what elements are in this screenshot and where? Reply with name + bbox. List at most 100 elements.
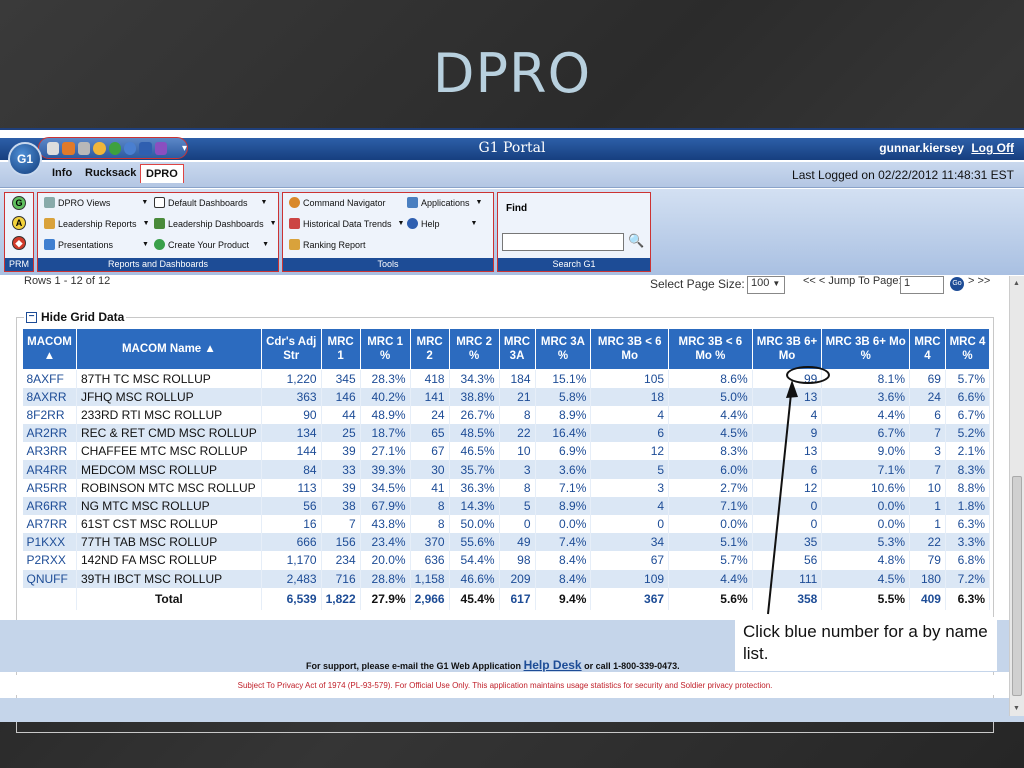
column-header[interactable]: MRC 3B < 6 Mo [590,328,670,370]
vertical-scrollbar[interactable]: ▲ ▼ [1009,276,1024,716]
count-link[interactable]: 180 [909,569,946,588]
macom-code[interactable]: P1KXX [22,533,77,552]
column-header[interactable]: MRC 4 [909,328,946,370]
macom-code[interactable]: P2RXX [22,551,77,570]
count-link[interactable]: 69 [909,369,946,388]
count-link[interactable]: 2,483 [261,569,322,588]
count-link[interactable]: 84 [261,460,322,479]
next-page-arrows[interactable]: > >> [968,275,990,287]
count-link[interactable]: 65 [410,424,450,443]
count-link[interactable]: 109 [590,569,670,588]
count-link[interactable]: 370 [410,533,450,552]
column-header[interactable]: MRC 1 [320,328,361,370]
count-link[interactable]: 636 [410,551,450,570]
count-link[interactable]: 38 [321,496,361,515]
count-link[interactable]: 49 [499,533,536,552]
count-link[interactable]: 1,220 [261,369,322,388]
count-link[interactable]: 0 [752,496,823,515]
magnifier-icon[interactable]: 🔍 [628,233,644,249]
macom-code[interactable]: 8F2RR [22,405,77,425]
prm-a-icon[interactable]: A [12,216,26,230]
count-link[interactable]: 358 [752,587,823,610]
count-link[interactable]: 3 [590,478,670,497]
count-link[interactable]: 7 [321,515,361,534]
count-link[interactable]: 666 [261,533,322,552]
count-link[interactable]: 0 [499,515,536,534]
count-link[interactable]: 33 [321,460,361,479]
count-link[interactable]: 9 [752,424,823,443]
hide-grid-toggle[interactable]: − Hide Grid Data [24,310,127,324]
count-link[interactable]: 1 [909,496,946,515]
count-link[interactable]: 39 [321,478,361,497]
count-link[interactable]: 6 [752,460,823,479]
count-link[interactable]: 418 [410,369,450,388]
count-link[interactable]: 113 [261,478,322,497]
column-header[interactable]: MRC 3A % [534,328,592,370]
historical-data-trends-menu[interactable]: Historical Data Trends ▼ [289,218,404,229]
customize-arrow-icon[interactable]: ▾ [182,143,187,154]
count-link[interactable]: 35 [752,533,823,552]
macom-code[interactable]: AR6RR [22,496,77,515]
count-link[interactable]: 24 [410,405,450,425]
applications-menu[interactable]: Applications ▼ [407,197,482,208]
count-link[interactable]: 146 [321,387,361,406]
count-link[interactable]: 134 [261,424,322,443]
count-link[interactable]: 156 [321,533,361,552]
help-desk-link[interactable]: Help Desk [524,658,582,672]
letter-p-icon[interactable] [123,141,137,155]
macom-code[interactable]: QNUFF [22,569,77,588]
count-link[interactable]: 6,539 [261,587,322,610]
count-link[interactable]: 1,822 [321,587,361,610]
count-link[interactable]: 234 [321,551,361,570]
count-link[interactable]: 111 [752,569,823,588]
g1-logo[interactable]: G1 [8,142,42,176]
count-link[interactable]: 3 [499,460,536,479]
count-link[interactable]: 8 [410,515,450,534]
scroll-up-icon[interactable]: ▲ [1013,280,1020,287]
jump-to-page-input[interactable]: 1 [900,276,944,294]
count-link[interactable]: 12 [590,442,670,461]
count-link[interactable]: 13 [752,442,823,461]
count-link[interactable]: 30 [410,460,450,479]
count-link[interactable]: 22 [499,424,536,443]
count-link[interactable]: 4 [590,496,670,515]
macom-code[interactable]: AR2RR [22,424,77,443]
count-link[interactable]: 56 [752,551,823,570]
count-link[interactable]: 10 [499,442,536,461]
macom-code[interactable] [22,587,77,610]
count-link[interactable]: 0 [590,515,670,534]
column-header[interactable]: MRC 3B 6+ Mo % [821,328,910,370]
count-link[interactable]: 367 [590,587,670,610]
column-header[interactable]: MRC 1 % [359,328,411,370]
search-icon[interactable] [93,141,106,155]
ranking-report-button[interactable]: Ranking Report [289,239,366,250]
count-link[interactable]: 24 [909,387,946,406]
count-link[interactable]: 98 [499,551,536,570]
count-link[interactable]: 105 [590,369,670,388]
count-link[interactable]: 8 [499,405,536,425]
macom-code[interactable]: AR5RR [22,478,77,497]
count-link[interactable]: 67 [410,442,450,461]
count-link[interactable]: 67 [590,551,670,570]
macom-code[interactable]: AR4RR [22,460,77,479]
macom-code[interactable]: 8AXFF [22,369,77,388]
count-link[interactable]: 10 [909,478,946,497]
tab-rucksack[interactable]: Rucksack [85,167,136,179]
count-link[interactable]: 8 [499,478,536,497]
column-header[interactable]: MRC 3A [498,328,536,370]
column-header[interactable]: MRC 3B 6+ Mo [751,328,823,370]
count-link[interactable]: 2,966 [410,587,450,610]
count-link[interactable]: 141 [410,387,450,406]
help-menu[interactable]: Help ▼ [407,218,477,229]
macom-code[interactable]: 8AXRR [22,387,77,406]
column-header[interactable]: MACOM ▲ [22,328,77,370]
tools-icon[interactable] [77,141,91,155]
column-header[interactable]: Cdr's Adj Str [260,328,322,370]
column-header[interactable]: MRC 2 [409,328,450,370]
count-link[interactable]: 79 [909,551,946,570]
tab-info[interactable]: Info [52,167,72,179]
prm-diamond-icon[interactable]: ◆ [12,236,26,250]
count-link[interactable]: 34 [590,533,670,552]
go-button[interactable]: Go [950,277,964,291]
prm-g-icon[interactable]: G [12,196,26,210]
